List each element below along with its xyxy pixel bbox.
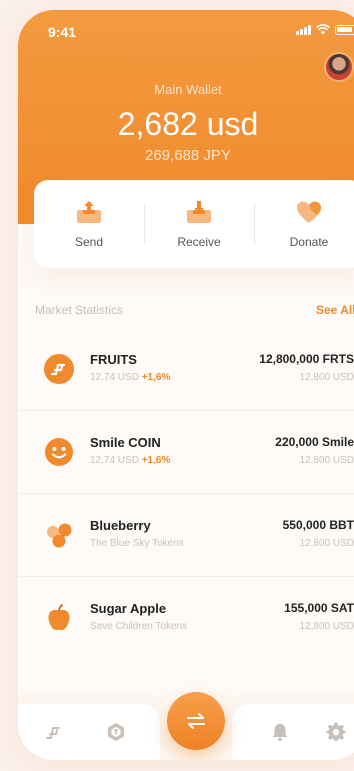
coin-name: Blueberry xyxy=(90,518,151,533)
signal-icon xyxy=(296,25,311,35)
swap-button[interactable] xyxy=(167,692,225,750)
see-all-link[interactable]: See All xyxy=(316,303,354,317)
battery-icon xyxy=(335,25,354,35)
receive-button[interactable]: Receive xyxy=(144,180,254,268)
wallet-balance: 2,682 usd xyxy=(117,106,259,142)
coin-name: Sugar Apple xyxy=(90,601,167,616)
bottom-nav-right xyxy=(232,704,354,760)
wifi-icon xyxy=(316,24,330,35)
market-list: FRUITS 12,74 USD +1,6% 12,800,000 FRTS 1… xyxy=(18,328,354,660)
bell-icon[interactable] xyxy=(270,722,290,742)
coin-sub: 12,74 USD +1,6% xyxy=(90,372,171,383)
list-item[interactable]: Smile COIN 12,74 USD +1,6% 220,000 Smile… xyxy=(18,411,354,494)
donate-label: Donate xyxy=(289,235,329,249)
coin-name: Smile COIN xyxy=(90,435,161,450)
send-label: Send xyxy=(74,235,104,249)
smile-icon xyxy=(45,438,73,466)
list-item[interactable]: Blueberry The Blue Sky Tokens 550,000 BB… xyxy=(18,494,354,577)
coin-name: FRUITS xyxy=(90,352,137,367)
wallet-balance-secondary: 269,688 JPY xyxy=(145,147,231,164)
phone-screen: 9:41 Main Wallet 2,682 usd 269,688 JPY S… xyxy=(18,10,354,760)
coin-usd-value: 12,800 USD xyxy=(299,372,354,383)
send-button[interactable]: Send xyxy=(34,180,144,268)
chart-icon[interactable] xyxy=(44,722,64,742)
donate-button[interactable]: Donate xyxy=(254,180,354,268)
gear-icon[interactable] xyxy=(326,722,346,742)
swap-icon xyxy=(187,713,205,729)
receive-icon xyxy=(187,201,211,223)
apple-icon xyxy=(48,604,70,631)
status-time: 9:41 xyxy=(48,24,77,40)
market-statistics-title: Market Statistics xyxy=(35,303,124,317)
coin-usd-value: 12,800 USD xyxy=(299,621,354,632)
coin-amount: 12,800,000 FRTS xyxy=(259,352,354,366)
coin-usd-value: 12,800 USD xyxy=(299,455,354,466)
coin-sub: Save Children Tokens xyxy=(90,621,188,632)
token-icon[interactable] xyxy=(106,722,126,742)
blueberry-icon xyxy=(47,523,72,548)
avatar[interactable] xyxy=(324,52,354,82)
coin-sub: The Blue Sky Tokens xyxy=(90,538,184,549)
wallet-actions: Send Receive Donate xyxy=(34,180,354,268)
send-icon xyxy=(77,201,101,223)
fruits-logo-icon xyxy=(44,354,74,384)
coin-amount: 155,000 SAT xyxy=(284,601,354,615)
heart-icon xyxy=(297,201,321,223)
coin-sub: 12,74 USD +1,6% xyxy=(90,455,171,466)
list-item[interactable]: FRUITS 12,74 USD +1,6% 12,800,000 FRTS 1… xyxy=(18,328,354,411)
list-item[interactable]: Sugar Apple Save Children Tokens 155,000… xyxy=(18,577,354,660)
coin-amount: 220,000 Smile xyxy=(275,435,354,449)
coin-usd-value: 12,800 USD xyxy=(299,538,354,549)
wallet-label: Main Wallet xyxy=(154,82,222,97)
status-icons xyxy=(296,24,354,35)
receive-label: Receive xyxy=(177,235,221,249)
coin-amount: 550,000 BBT xyxy=(282,518,354,532)
bottom-nav-left xyxy=(18,704,160,760)
